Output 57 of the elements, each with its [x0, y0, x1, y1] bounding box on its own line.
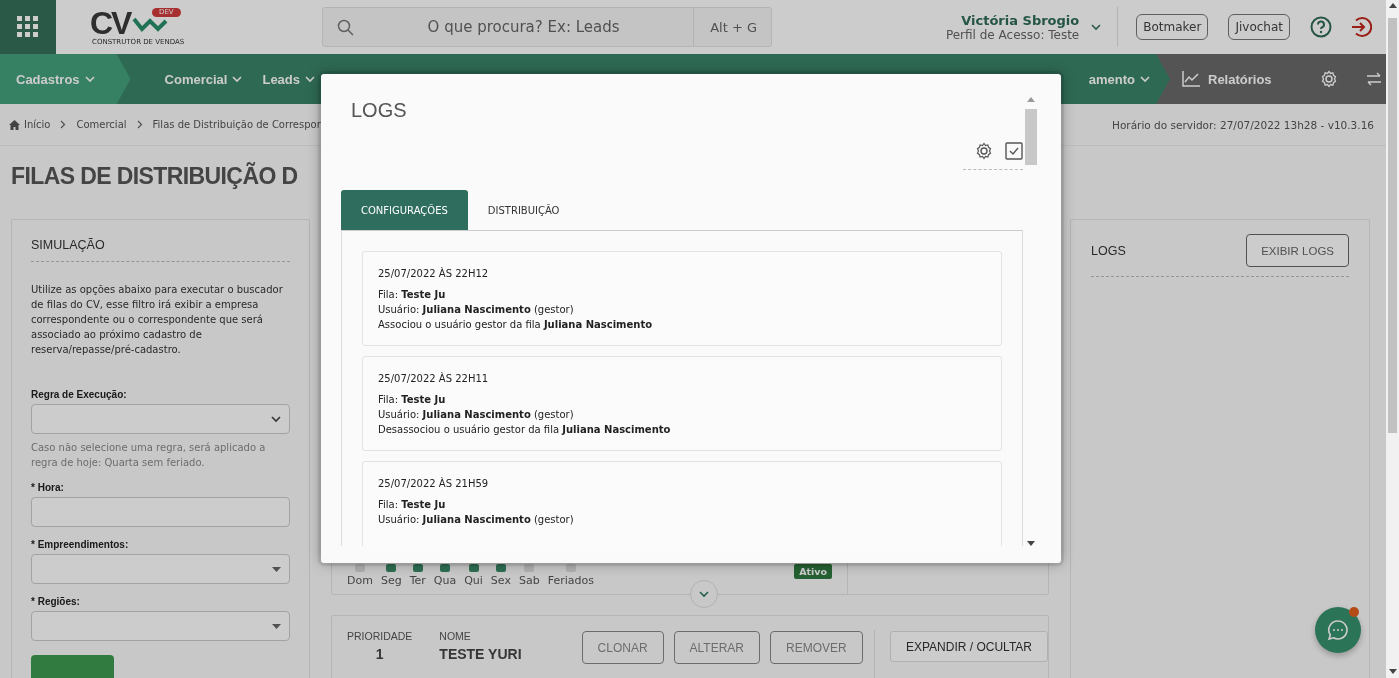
shortcut-hint: Alt + G [693, 8, 771, 46]
day-label: Sab [518, 574, 540, 587]
chat-service-button[interactable]: Jivochat [1228, 14, 1290, 40]
field-label: * Empreendimentos: [31, 539, 130, 550]
description-text: Utilize as opções abaixo para executar o buscador de filas do CV, esse filtro irá exibir a empresa correspondente ou o correspondente que será associado ao próximo cadastro de reserva/repasse/pré-cadastro. [31, 283, 284, 357]
day-label: Qui [464, 574, 483, 587]
expand-collapse-button[interactable]: EXPANDIR / OCULTAR [889, 631, 1048, 662]
field-label: * Hora: [31, 482, 65, 493]
field-label: * Regiões: [31, 596, 81, 607]
log-text: Fila: Teste Ju [378, 288, 447, 302]
panel-title: LOGS [1091, 243, 1126, 258]
nav-menu-item[interactable]: Cadastros [0, 54, 131, 104]
reports-link[interactable]: Relatórios [1176, 70, 1278, 88]
nav-menu-item[interactable]: Leads [252, 54, 326, 104]
access-profile: Perfil de Acesso: Teste [945, 27, 1080, 42]
log-date: 25/07/2022 ÀS 22H11 [378, 371, 490, 386]
log-date: 25/07/2022 ÀS 21H59 [378, 476, 490, 491]
log-text: Usuário: Juliana Nascimento (gestor) [378, 303, 575, 317]
dialog-tab[interactable]: CONFIGURAÇÕES [341, 190, 468, 230]
page-title: FILAS DE DISTRIBUIÇÃO D [11, 163, 299, 191]
breadcrumb-link[interactable]: Filas de Distribuição de Correspor [152, 119, 321, 130]
queue-action-button[interactable]: ALTERAR [673, 631, 761, 664]
log-text: Associou o usuário gestor da fila Juliana Nascimento [378, 318, 654, 332]
queue-name: TESTE YURI [439, 646, 522, 662]
logo-text: CV [90, 7, 131, 38]
day-label: Seg [380, 574, 402, 587]
log-text: Usuário: Juliana Nascimento (gestor) [378, 513, 575, 527]
name-label: NOME [439, 630, 472, 642]
log-text: Usuário: Juliana Nascimento (gestor) [378, 408, 575, 422]
status-badge: Ativo [794, 564, 832, 579]
log-text: Fila: Teste Ju [378, 393, 447, 407]
server-time: Horário do servidor: 27/07/2022 13h28 - v10.3.16 [1112, 118, 1374, 131]
priority-value: 1 [375, 646, 384, 662]
log-text: Desassociou o usuário gestor da fila Juliana Nascimento [378, 423, 672, 437]
nav-menu-item[interactable]: amento [1088, 54, 1156, 104]
queue-action-button[interactable]: REMOVER [770, 631, 863, 664]
field-label: Regra de Execução: [31, 389, 128, 400]
day-label: Dom [347, 574, 373, 587]
field-hint: Caso não selecione uma regra, será aplicado a regra de hoje: Quarta sem feriado. [31, 441, 267, 470]
log-date: 25/07/2022 ÀS 22H12 [378, 266, 490, 281]
day-label: Sex [490, 574, 511, 587]
breadcrumb-link[interactable]: Início [24, 119, 51, 130]
panel-title: SIMULAÇÃO [31, 238, 105, 252]
dialog-tab[interactable]: DISTRIBUIÇÃO [467, 190, 580, 230]
user-name[interactable]: Victória Sbrogio [945, 12, 1080, 28]
search-field[interactable]: O que procura? Ex: Leads Alt + G [322, 7, 772, 47]
nav-menu-item[interactable]: Comercial [154, 54, 253, 104]
chat-service-button[interactable]: Botmaker [1136, 14, 1209, 40]
dialog-title: LOGS [351, 99, 408, 122]
queue-action-button[interactable]: CLONAR [581, 631, 664, 664]
log-text: Fila: Teste Ju [378, 498, 447, 512]
priority-label: PRIORIDADE [347, 630, 413, 642]
show-logs-button[interactable]: EXIBIR LOGS [1246, 234, 1349, 267]
day-label: Ter [409, 574, 426, 587]
day-label: Qua [433, 574, 457, 587]
day-label: Feriados [547, 574, 594, 587]
breadcrumb-link[interactable]: Comercial [76, 119, 127, 130]
